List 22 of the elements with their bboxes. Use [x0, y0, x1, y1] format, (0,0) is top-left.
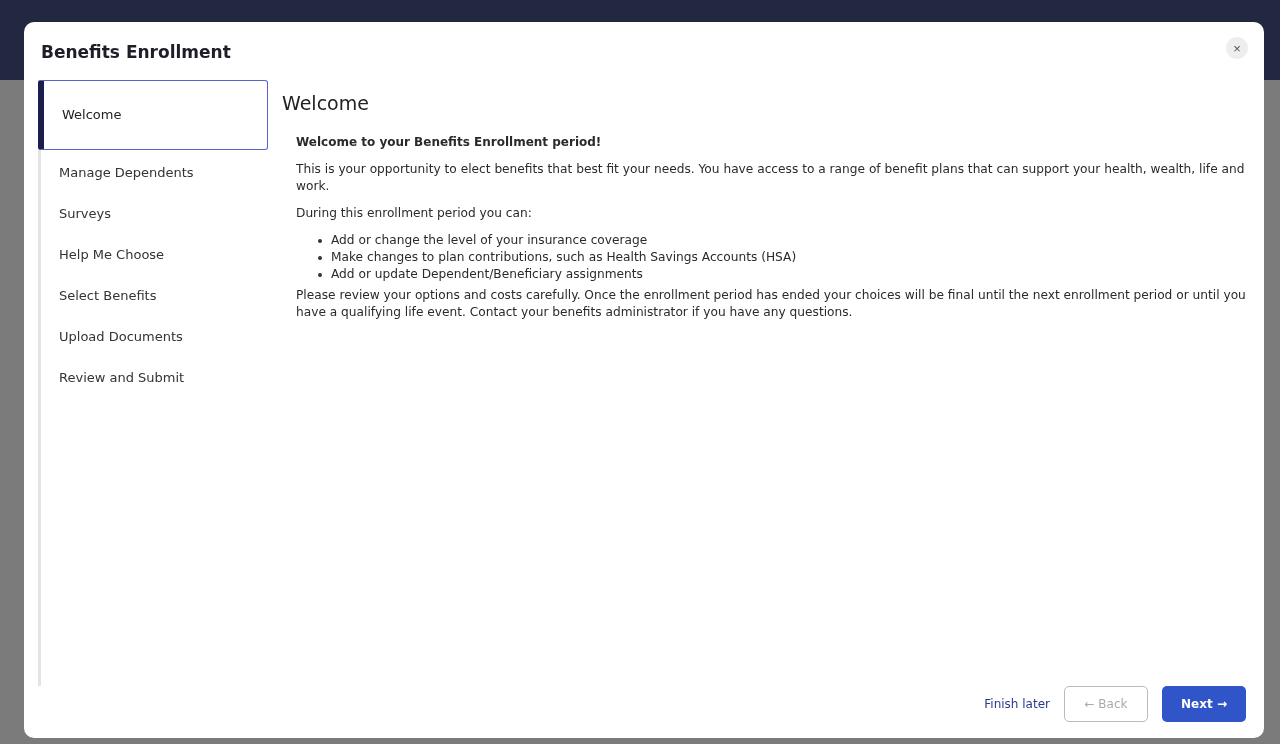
bullet-icon	[318, 272, 322, 277]
step-tab[interactable]: Surveys	[38, 193, 268, 234]
next-button[interactable]: Next →	[1162, 686, 1246, 722]
bullet-icon	[318, 255, 322, 260]
intro-text: Welcome to your Benefits Enrollment period!	[296, 134, 603, 151]
finish-later-link[interactable]: Finish later	[984, 697, 1050, 711]
step-tab[interactable]: Upload Documents	[38, 316, 268, 357]
step-tab[interactable]: Manage Dependents	[38, 152, 268, 193]
step-tab[interactable]: Help Me Choose	[38, 234, 268, 275]
step-tab[interactable]: Review and Submit	[38, 357, 268, 398]
paragraph: During this enrollment period you can:	[296, 205, 533, 222]
step-tab[interactable]: Welcome	[38, 80, 268, 150]
list-item: Make changes to plan contributions, such as Health Savings Accounts (HSA)	[331, 249, 797, 266]
list-item: Add or update Dependent/Beneficiary assignments	[331, 266, 643, 283]
paragraph: This is your opportunity to elect benefits that best fit your needs. You have access to a range of benefit plans that can support your health, wealth, life and work.	[296, 161, 1246, 195]
section-heading: Welcome	[282, 92, 370, 114]
dialog-title: Benefits Enrollment	[41, 42, 231, 62]
bullet-icon	[318, 238, 322, 243]
list-item: Add or change the level of your insurance coverage	[331, 232, 648, 249]
paragraph: Please review your options and costs carefully. Once the enrollment period has ended your choices will be final until the next enrollment period or until you have a qualifying life event. Contact your benefits administrator if you have any questions.	[296, 287, 1247, 321]
close-button[interactable]: ×	[1226, 37, 1248, 59]
step-tab[interactable]: Select Benefits	[38, 275, 268, 316]
